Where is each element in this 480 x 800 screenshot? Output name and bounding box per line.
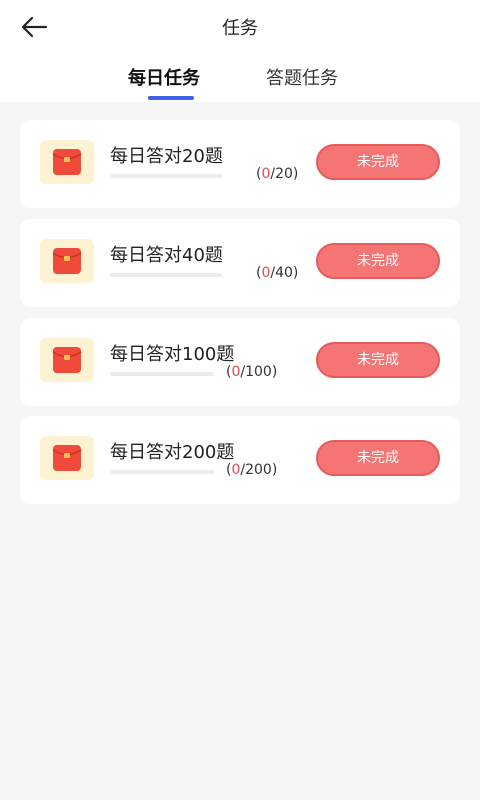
task-icon-container — [40, 436, 94, 480]
top-bar: 任务 每日任务 答题任务 — [0, 0, 480, 102]
progress-total: /100 — [240, 364, 272, 380]
task-card: 每日答对20题 (0/20) 未完成 — [20, 120, 460, 208]
progress-count: (0/20) — [256, 166, 299, 182]
red-envelope-icon — [52, 445, 82, 471]
progress-count: (0/200) — [226, 462, 278, 478]
progress-total: /20 — [270, 166, 293, 182]
active-tab-indicator — [148, 96, 194, 100]
progress-bar — [110, 470, 214, 474]
task-card: 每日答对100题 (0/100) 未完成 — [20, 318, 460, 406]
task-title: 每日答对200题 — [110, 442, 235, 463]
progress-bar — [110, 174, 222, 178]
progress-total: /40 — [270, 265, 293, 281]
task-icon-container — [40, 140, 94, 184]
progress-bar — [110, 372, 214, 376]
progress-count: (0/40) — [256, 265, 299, 281]
task-status-button[interactable]: 未完成 — [316, 342, 440, 378]
task-title: 每日答对40题 — [110, 245, 223, 266]
page-title: 任务 — [222, 18, 258, 39]
task-title: 每日答对100题 — [110, 344, 235, 365]
task-status-button[interactable]: 未完成 — [316, 440, 440, 476]
tab-daily-tasks[interactable]: 每日任务 — [128, 64, 200, 90]
task-icon-container — [40, 338, 94, 382]
task-card: 每日答对200题 (0/200) 未完成 — [20, 416, 460, 504]
tab-quiz-tasks[interactable]: 答题任务 — [266, 64, 338, 90]
task-card: 每日答对40题 (0/40) 未完成 — [20, 219, 460, 307]
progress-total: /200 — [240, 462, 272, 478]
task-status-button[interactable]: 未完成 — [316, 243, 440, 279]
red-envelope-icon — [52, 248, 82, 274]
task-status-button[interactable]: 未完成 — [316, 144, 440, 180]
task-icon-container — [40, 239, 94, 283]
progress-count: (0/100) — [226, 364, 278, 380]
red-envelope-icon — [52, 149, 82, 175]
progress-bar — [110, 273, 222, 277]
task-title: 每日答对20题 — [110, 146, 223, 167]
red-envelope-icon — [52, 347, 82, 373]
